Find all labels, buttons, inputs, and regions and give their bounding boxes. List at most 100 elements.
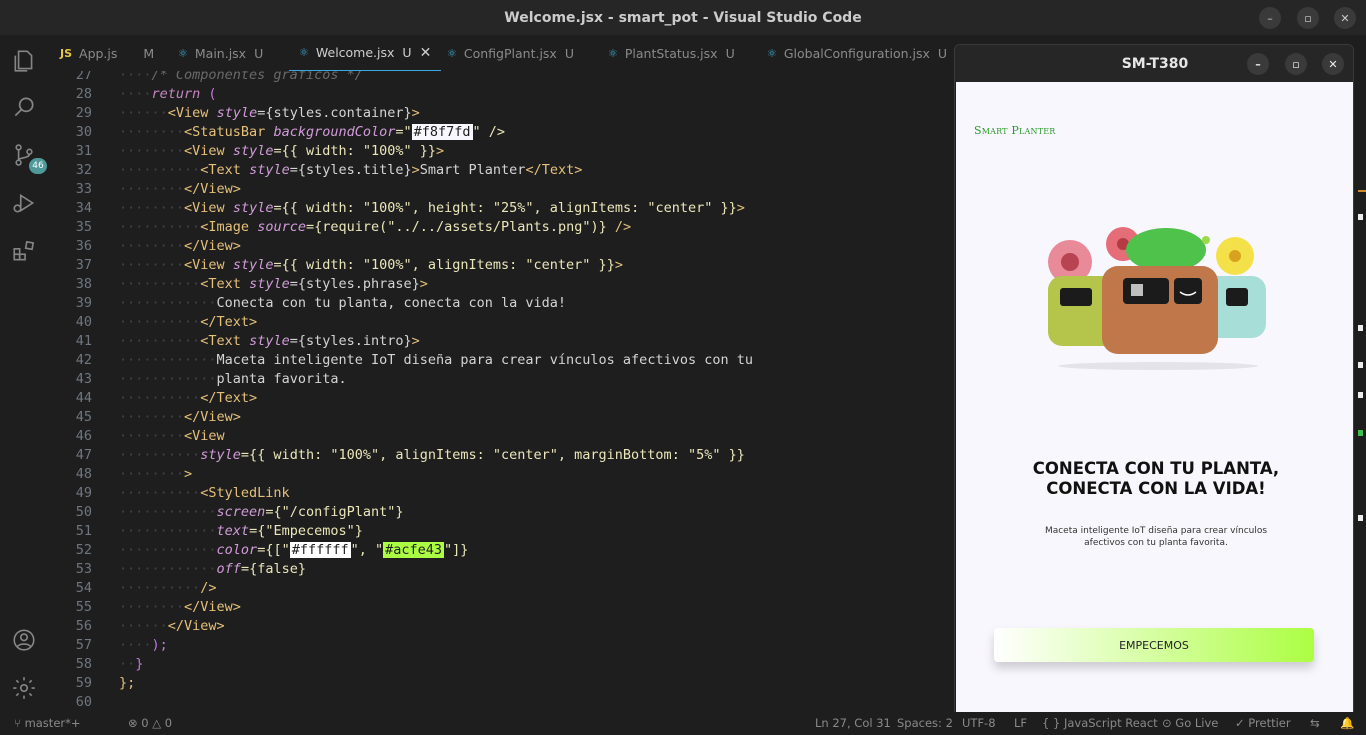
- eol[interactable]: LF: [1014, 716, 1027, 730]
- indentation[interactable]: Spaces: 2: [897, 716, 953, 730]
- explorer-icon[interactable]: [8, 45, 40, 77]
- tab-status: U: [254, 45, 264, 61]
- tab-label: Welcome.jsx: [315, 45, 395, 60]
- code-line: 28 ····return (: [75, 86, 217, 102]
- code-line: 44 ··········</Text>: [75, 390, 258, 406]
- device-title: SM-T380: [1121, 55, 1189, 72]
- code-line: 46 ········<View: [75, 428, 225, 444]
- code-line: 54 ··········/>: [75, 580, 217, 596]
- code-line: 45 ········</View>: [75, 409, 241, 425]
- tab-status: U: [402, 45, 412, 60]
- emulator-maximize-icon[interactable]: ▫: [1285, 53, 1307, 75]
- settings-gear-icon[interactable]: [8, 672, 40, 704]
- color-swatch: #acfe43: [383, 542, 445, 558]
- code-line: 37 ········<View style={{ width: "100%", …: [75, 257, 623, 273]
- code-line: 43 ············planta favorita.: [75, 371, 347, 387]
- code-line: 56 ······</View>: [75, 618, 225, 634]
- code-line: 49 ··········<StyledLink: [75, 485, 290, 501]
- code-line: 36 ········</View>: [75, 238, 241, 254]
- tab-label: App.js: [79, 45, 118, 61]
- code-line: 47 ··········style={{ width: "100%", alig…: [75, 447, 745, 463]
- code-line: 39 ············Conecta con tu planta, con…: [75, 295, 567, 311]
- code-line: 53 ············off={false}: [75, 561, 306, 577]
- tab-main-jsx[interactable]: ⚛ Main.jsx U: [168, 35, 273, 71]
- color-swatch: #f8f7fd: [411, 124, 473, 140]
- code-line: 35 ··········<Image source={require("../.…: [75, 219, 632, 235]
- device-screen[interactable]: Smart Planter CONECTA CON TU PLANTA, CON…: [956, 82, 1353, 719]
- code-editor[interactable]: 27 ····/* Componentes gráficos */ 28 ····r…: [48, 71, 958, 712]
- activity-bar: 46: [0, 35, 48, 712]
- code-line: 57 ····);: [75, 637, 168, 653]
- tab-label: Main.jsx: [194, 45, 247, 61]
- intro-text: Maceta inteligente IoT diseña para crear…: [1044, 526, 1268, 548]
- notifications-bell-icon[interactable]: 🔔: [1340, 716, 1354, 730]
- code-line: 55 ········</View>: [75, 599, 241, 615]
- code-line: 51 ············text={"Empecemos"}: [75, 523, 363, 539]
- tab-app-js[interactable]: JS App.js M: [50, 35, 164, 71]
- branch-indicator[interactable]: ⑂ master*+: [14, 716, 81, 730]
- tab-configplant-jsx[interactable]: ⚛ ConfigPlant.jsx U: [437, 35, 584, 71]
- react-icon: ⚛: [299, 46, 309, 59]
- branch-name: master*+: [24, 716, 81, 730]
- go-live-button[interactable]: ⊙ Go Live: [1162, 716, 1218, 730]
- account-icon[interactable]: [8, 624, 40, 656]
- react-icon: ⚛: [608, 46, 618, 60]
- phrase-heading: Conecta con tu planta, conecta con la vi…: [1032, 459, 1280, 498]
- tab-welcome-jsx[interactable]: ⚛ Welcome.jsx U ✕: [289, 35, 442, 71]
- code-line: 41 ··········<Text style={styles.intro}>: [75, 333, 420, 349]
- code-line: 40 ··········</Text>: [75, 314, 258, 330]
- code-line: 48 ········>: [75, 466, 193, 482]
- extensions-icon[interactable]: [8, 235, 40, 267]
- emulator-close-icon[interactable]: ✕: [1322, 53, 1344, 75]
- status-bar: ⑂ master*+ ⊗ 0 △ 0 Ln 27, Col 31 Spaces:…: [0, 712, 1366, 735]
- emulator-window: SM-T380 – ▫ ✕ Smart Planter CONECTA CON …: [954, 44, 1354, 720]
- color-swatch: #ffffff: [289, 542, 351, 558]
- tab-status: U: [937, 45, 948, 61]
- maximize-icon[interactable]: ▫: [1297, 7, 1319, 29]
- react-icon: ⚛: [178, 46, 188, 60]
- code-line: 50 ············screen={"/configPlant"}: [75, 504, 404, 520]
- close-icon[interactable]: ✕: [1334, 7, 1356, 29]
- react-icon: ⚛: [447, 46, 457, 60]
- scm-badge: 46: [29, 158, 47, 174]
- tab-label: PlantStatus.jsx: [624, 45, 718, 61]
- language-mode[interactable]: { } JavaScript React: [1042, 716, 1158, 730]
- code-line: 52 ············color={[" #ffffff ", " #acfe4…: [75, 542, 469, 558]
- source-control-icon[interactable]: 46: [8, 139, 47, 174]
- git-branch-icon: ⑂: [14, 716, 25, 730]
- tab-close-icon[interactable]: ✕: [420, 45, 432, 61]
- tab-label: GlobalConfiguration.jsx: [783, 45, 930, 61]
- problems-indicator[interactable]: ⊗ 0 △ 0: [128, 716, 172, 730]
- emulator-title-bar: SM-T380 – ▫ ✕: [955, 45, 1353, 82]
- minimize-icon[interactable]: –: [1259, 7, 1281, 29]
- tab-globalconfiguration-jsx[interactable]: ⚛ GlobalConfiguration.jsx U: [757, 35, 957, 71]
- react-icon: ⚛: [767, 46, 777, 60]
- prettier-status[interactable]: ✓ Prettier: [1235, 716, 1291, 730]
- code-line: 31 ········<View style={{ width: "100%" }…: [75, 143, 445, 159]
- tab-status: M: [143, 45, 155, 61]
- run-debug-icon[interactable]: [8, 187, 40, 219]
- title-bar: Welcome.jsx - smart_pot - Visual Studio …: [0, 0, 1366, 35]
- js-icon: JS: [60, 46, 73, 60]
- code-line: 33 ········</View>: [75, 181, 241, 197]
- code-line: 30 ········<StatusBar backgroundColor=" #f…: [75, 124, 506, 140]
- accounts-sync-icon[interactable]: ⇆: [1310, 716, 1320, 730]
- tab-plantstatus-jsx[interactable]: ⚛ PlantStatus.jsx U: [598, 35, 745, 71]
- code-line: 34 ········<View style={{ width: "100%", …: [75, 200, 745, 216]
- tab-label: ConfigPlant.jsx: [463, 45, 557, 61]
- plants-illustration: [1048, 227, 1266, 370]
- code-line: 29 ······<View style={styles.container}>: [75, 105, 420, 121]
- overview-ruler[interactable]: [1355, 190, 1366, 530]
- cursor-position[interactable]: Ln 27, Col 31: [815, 716, 891, 730]
- search-icon[interactable]: [8, 91, 40, 123]
- empecemos-button[interactable]: Empecemos: [994, 628, 1314, 662]
- code-line: 59};: [75, 675, 136, 691]
- tab-status: U: [725, 45, 735, 61]
- code-line: 38 ··········<Text style={styles.phrase}>: [75, 276, 428, 292]
- code-line: 42 ············Maceta inteligente IoT dis…: [75, 352, 753, 368]
- vscode-window: Welcome.jsx - smart_pot - Visual Studio …: [0, 0, 1366, 735]
- emulator-minimize-icon[interactable]: –: [1247, 53, 1269, 75]
- encoding[interactable]: UTF-8: [962, 716, 996, 730]
- window-title: Welcome.jsx - smart_pot - Visual Studio …: [504, 9, 862, 26]
- code-line: 60: [75, 694, 92, 710]
